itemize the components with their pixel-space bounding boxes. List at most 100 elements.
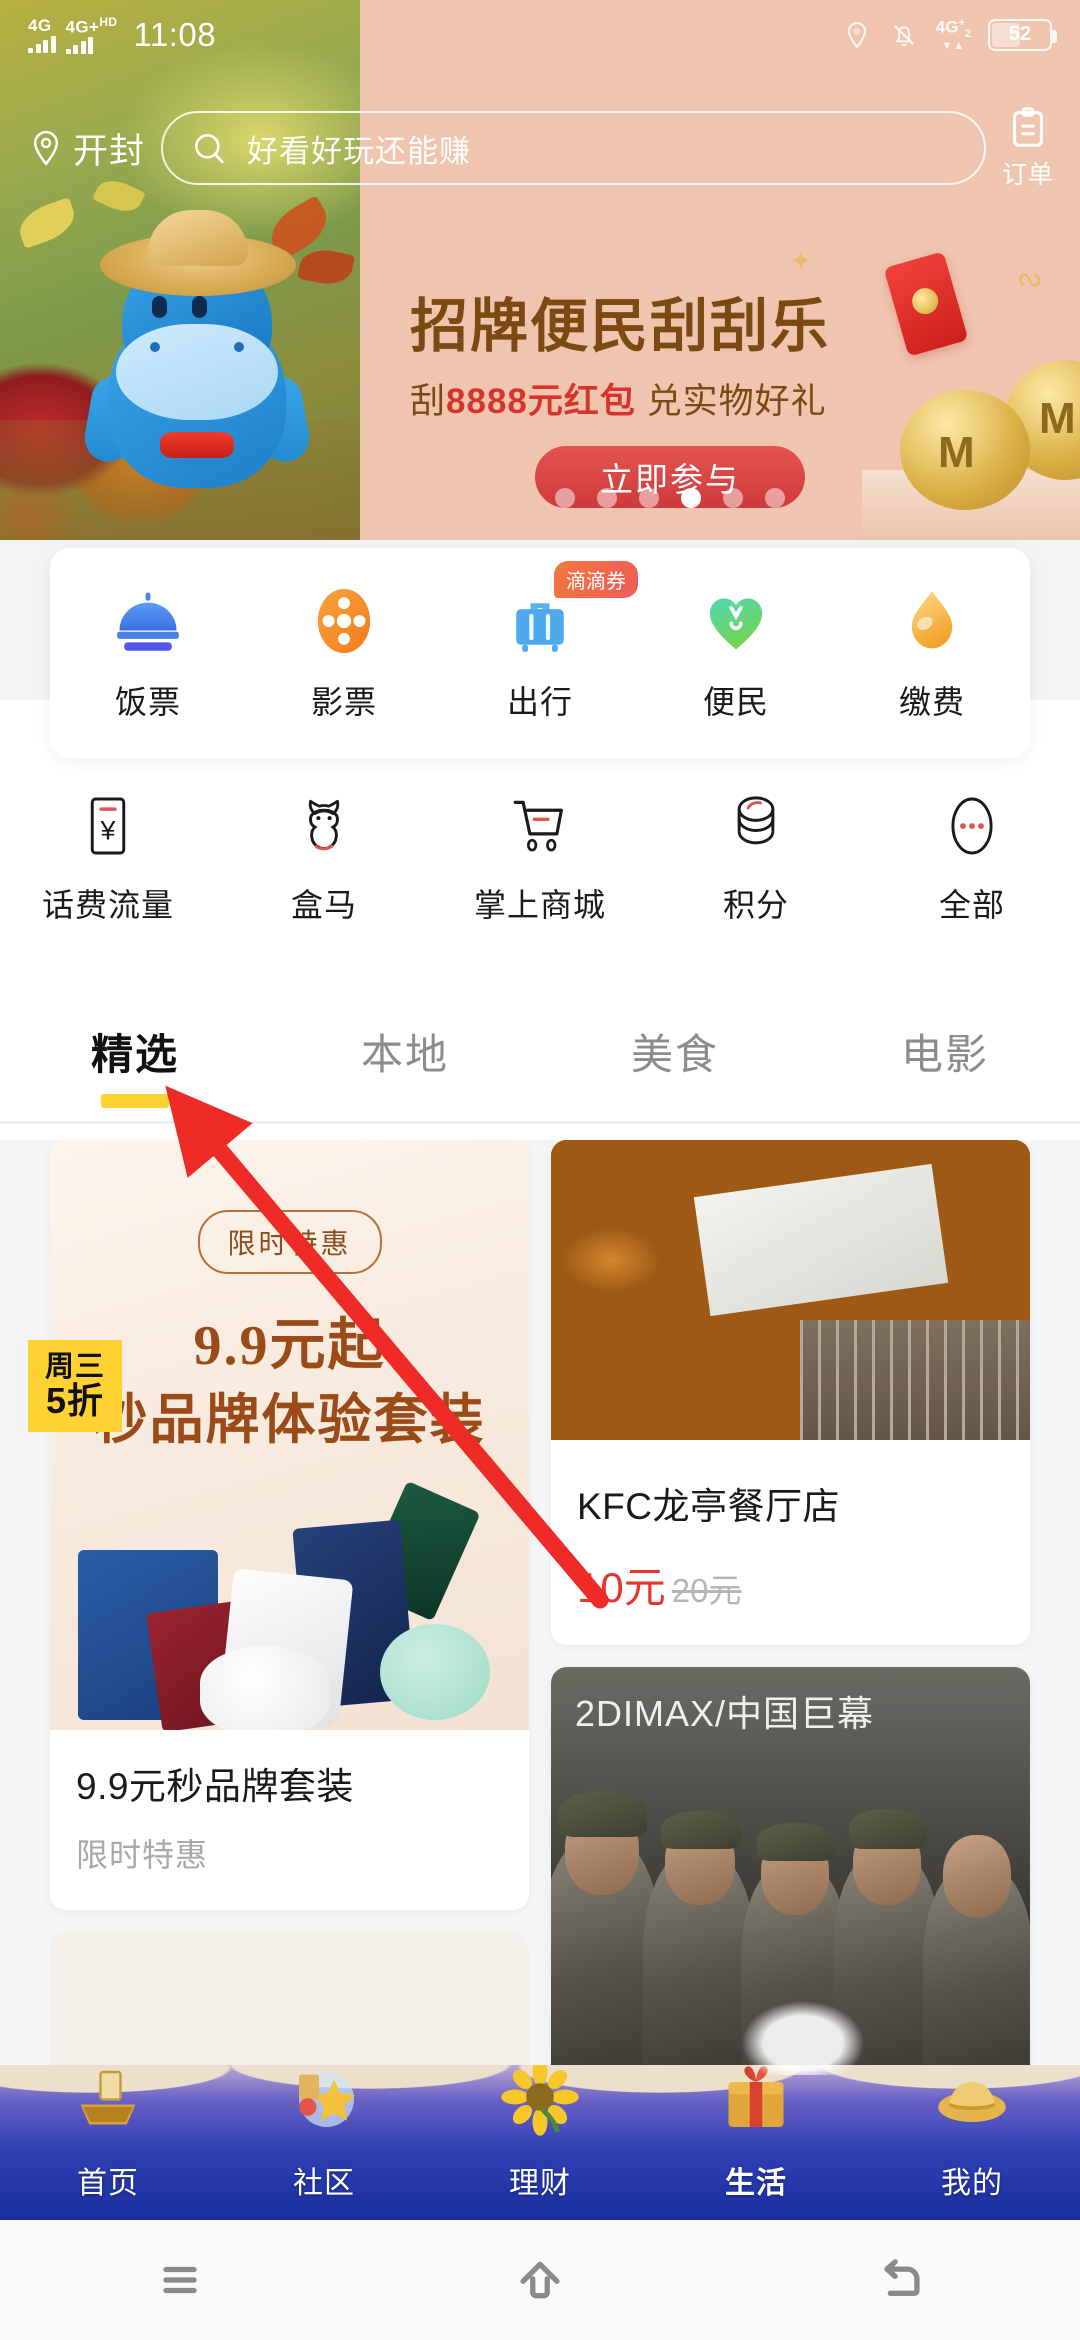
carousel-dot[interactable] [639,488,659,508]
star-decoration: ✦ [790,246,812,276]
location-selector[interactable]: 开封 [26,123,145,174]
tab-jingxuan[interactable]: 精选 [0,1021,270,1108]
tab-label: 本地 [360,1030,449,1078]
status-bar-left: 4G 4G+HD 11:08 [28,16,216,55]
banner-copy: 招牌便民刮刮乐 刮8888元红包 兑实物好礼 立即参与 [410,295,930,508]
kfc-card[interactable]: 周三 5折 KFC龙亭餐厅店 10元 20元 [28,1140,1030,1645]
tab-meishi[interactable]: 美食 [540,1021,810,1108]
home-button[interactable] [485,2245,595,2315]
tab-label: 电影 [900,1030,989,1078]
signal-indicator-2: 4G+HD [65,14,118,55]
quick-action-huafeiliuliang[interactable]: ¥ 话费流量 [0,790,216,960]
quick-action-label: 话费流量 [41,887,174,923]
hero-banner[interactable]: ✦ ᔓ M M 4G 4G+HD 11:08 4G+2 ▼▲ 52 开封 好看好… [0,0,1080,540]
quick-action-label: 便民 [702,684,769,720]
location-pin-icon [847,22,866,49]
quick-action-jiaofei[interactable]: 缴费 [834,583,1030,723]
banner-title: 招牌便民刮刮乐 [410,294,831,359]
grill-decoration [800,1320,1030,1440]
hd-label: HD [99,14,118,29]
search-icon [195,134,224,164]
search-placeholder: 好看好玩还能赚 [247,133,472,169]
movie-cap [849,1809,927,1849]
movie-poster-image: 2DIMAX/中国巨幕 [551,1667,1030,2087]
promo-card-subtitle: 限时特惠 [76,1837,209,1873]
tab-bendi[interactable]: 本地 [270,1021,540,1108]
carousel-dot[interactable] [723,488,743,508]
food-dome-icon [110,583,186,659]
signal-1-label: 4G [28,16,52,35]
quick-action-label: 积分 [722,887,789,923]
signal-bars-icon [28,36,56,53]
status-bar: 4G 4G+HD 11:08 4G+2 ▼▲ 52 [0,0,1080,70]
recent-apps-button[interactable] [125,2245,235,2315]
bottom-navigation: 首页 社区 理财 生活 我的 [0,2065,1080,2220]
carousel-dot[interactable] [765,488,785,508]
nav-label: 理财 [509,2167,571,2200]
tab-label: 精选 [90,1030,179,1078]
movie-cap [661,1811,741,1849]
network-4g-icon: 4G+2 ▼▲ [935,16,971,52]
ellipsis-icon [936,790,1008,862]
banner-highlight: 8888元红包 [446,381,636,421]
battery-level-label: 52 [1008,23,1032,46]
quick-actions-card: 饭票 影票 滴滴券 出行 便民 缴费 [50,548,1030,758]
quick-action-chuxing[interactable]: 滴滴券 出行 [442,561,638,723]
straw-hat-icon [938,2082,1006,2122]
nav-shequ[interactable]: 社区 [216,2065,432,2220]
quick-action-hema[interactable]: 盒马 [216,790,432,960]
nav-label-active: 生活 [725,2167,787,2200]
promo-card-title: 9.9元秒品牌套装 [76,1766,354,1807]
product-cream-jar [380,1624,490,1720]
price-row: 10元 20元 [577,1554,1004,1615]
tabs-divider [0,1121,1080,1124]
nav-label: 社区 [293,2167,355,2200]
product-jar [200,1646,330,1730]
food-tray-decoration [693,1163,949,1317]
tab-active-underline [101,1093,169,1108]
search-input[interactable]: 好看好玩还能赚 [161,111,986,185]
price-current: 10元 [577,1564,666,1611]
nav-wode[interactable]: 我的 [864,2065,1080,2220]
movie-character-head [943,1835,1011,1917]
quick-action-zhangshangshangcheng[interactable]: 掌上商城 [432,790,648,960]
tab-dianying[interactable]: 电影 [810,1021,1080,1108]
suitcase-icon: 滴滴券 [502,561,638,659]
kfc-card-image [551,1140,1030,1440]
movie-format-tag: 2DIMAX/中国巨幕 [575,1693,875,1734]
quick-action-jifen[interactable]: 积分 [648,790,864,960]
android-system-nav [0,2220,1080,2340]
back-button[interactable] [845,2245,955,2315]
bottom-nav-items: 首页 社区 理财 生活 我的 [0,2065,1080,2220]
carousel-dot-active[interactable] [681,488,701,508]
nav-label: 首页 [77,2167,139,2200]
carousel-dots[interactable] [410,488,930,508]
movie-cap [757,1823,835,1861]
orders-label: 订单 [1001,161,1054,189]
heart-icon [698,583,774,659]
quick-action-label: 盒马 [290,887,357,923]
quick-action-bianmin[interactable]: 便民 [638,583,834,723]
water-drop-icon [894,583,970,659]
coins-stack-icon [720,790,792,862]
boat-icon [80,2070,136,2125]
orders-button[interactable]: 订单 [1002,105,1054,191]
quick-actions-row-2: ¥ 话费流量 盒马 掌上商城 积分 全部 [0,790,1080,960]
nav-licai[interactable]: 理财 [432,2065,648,2220]
carousel-dot[interactable] [555,488,575,508]
signal-2-label: 4G+HD [65,14,118,37]
sunflower-icon [501,2065,579,2136]
movie-card[interactable]: 2DIMAX/中国巨幕 [551,1667,1030,2087]
promo-card-body: 9.9元秒品牌套装 限时特惠 [50,1730,529,1910]
medal-star-icon [299,2072,356,2127]
quick-action-quanbu[interactable]: 全部 [864,790,1080,960]
nav-shenghuo[interactable]: 生活 [648,2065,864,2220]
carousel-dot[interactable] [597,488,617,508]
banner-subtitle: 刮8888元红包 兑实物好礼 [410,381,827,421]
nav-shouye[interactable]: 首页 [0,2065,216,2220]
promo-card[interactable]: 限时特惠 9.9元起 秒品牌体验套装 9.9元秒品牌套装 限时特惠 [50,1140,529,1910]
quick-action-fanpiao[interactable]: 饭票 [50,583,246,723]
svg-text:¥: ¥ [99,816,116,846]
clipboard-icon [1013,107,1043,147]
quick-action-yingpiao[interactable]: 影票 [246,583,442,723]
